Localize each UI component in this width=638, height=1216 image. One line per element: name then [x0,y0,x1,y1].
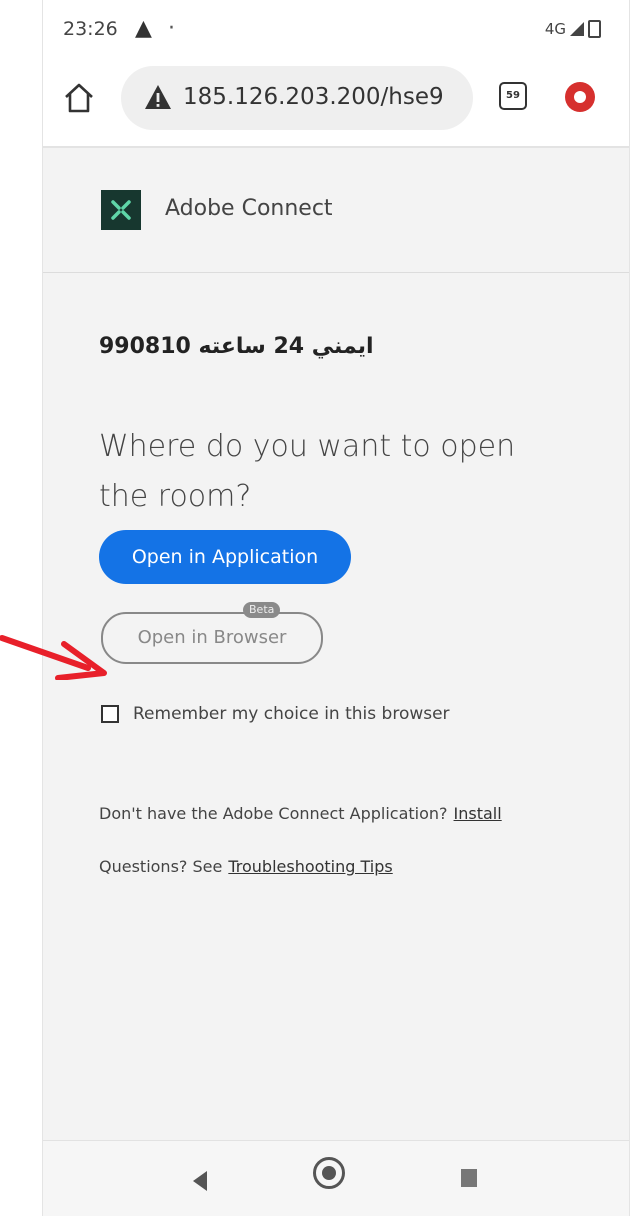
brand-name: Adobe Connect [165,196,333,221]
adobe-connect-logo [101,190,141,230]
install-link[interactable]: Install [454,804,502,823]
page-header: Adobe Connect [43,148,629,273]
remember-choice-label[interactable]: Remember my choice in this browser [133,704,450,724]
tab-switcher-button[interactable]: 59 [499,82,527,110]
nav-back-icon[interactable] [193,1171,207,1191]
url-text[interactable]: 185.126.203.200/hse9 [183,84,461,110]
open-room-question: Where do you want to open the room? [99,429,516,514]
phone-screen: 23:26 ▲ · 4G 185.126.203.200/hse9 59 Ado… [42,0,630,1216]
battery-icon [588,20,601,38]
signal-icon [570,22,584,36]
install-row: Don't have the Adobe Connect Application… [99,804,502,823]
help-row: Questions? See Troubleshooting Tips [99,857,393,876]
not-secure-warning-icon[interactable] [143,82,173,112]
network-type: 4G [544,20,566,38]
home-icon[interactable] [61,80,97,116]
status-bar: 23:26 ▲ · 4G [43,0,629,60]
nav-home-icon[interactable] [313,1157,345,1189]
troubleshooting-tips-link[interactable]: Troubleshooting Tips [228,857,392,876]
alert-icon: ▲ [135,16,152,41]
status-time: 23:26 [63,18,118,40]
remember-choice-checkbox[interactable] [101,705,119,723]
help-prompt-text: Questions? See [99,857,223,876]
open-in-application-button[interactable]: Open in Application [99,530,351,584]
android-nav-bar [43,1140,629,1216]
address-bar[interactable]: 185.126.203.200/hse9 [121,66,473,130]
red-arrow-annotation-icon [0,635,107,680]
nav-recents-icon[interactable] [461,1169,477,1187]
browser-toolbar: 185.126.203.200/hse9 59 [43,60,629,148]
remember-choice-row[interactable]: Remember my choice in this browser [101,704,450,724]
beta-badge: Beta [243,602,281,618]
status-indicators: 4G [545,20,601,38]
notification-dot-icon: · [168,16,175,41]
room-title: ايمني 24 ساعته 990810 [99,334,374,359]
open-in-browser-button[interactable]: Open in Browser [101,612,323,664]
extension-icon[interactable] [565,82,595,112]
install-prompt-text: Don't have the Adobe Connect Application… [99,804,448,823]
